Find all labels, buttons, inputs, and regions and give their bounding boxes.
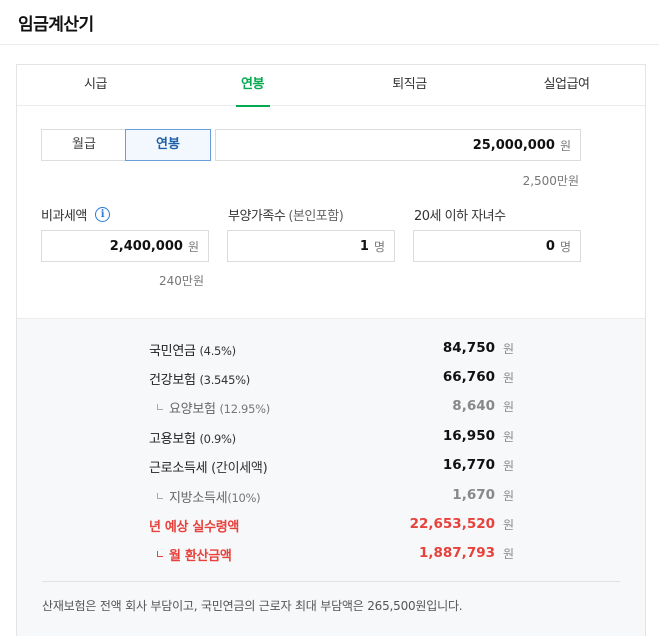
dependents-label: 부양가족수 (본인포함)	[228, 205, 344, 224]
result-label: 건강보험	[149, 373, 196, 388]
result-name: 년 예상 실수령액	[149, 520, 240, 535]
dependents-unit: 명	[373, 239, 385, 254]
result-amount: 1,670	[452, 487, 495, 503]
nontax-label: 비과세액 i	[41, 205, 110, 224]
children-label: 20세 이하 자녀수	[414, 209, 506, 224]
nontax-value: 2,400,000	[109, 238, 183, 254]
footnote: 산재보험은 전액 회사 부담이고, 국민연금의 근로자 최대 부담액은 265,…	[42, 599, 463, 613]
monthly-toggle-button[interactable]: 월급	[41, 129, 127, 161]
tab-label: 시급	[84, 77, 107, 92]
nontax-hint: 240만원	[159, 274, 204, 288]
result-amount: 22,653,520	[409, 516, 495, 532]
yearly-toggle-button[interactable]: 연봉	[125, 129, 211, 161]
calculator-card: 시급 연봉 퇴직금 실업급여 월급 연봉 25,000,000 원 2,500만…	[16, 64, 646, 636]
sub-item-corner-icon	[157, 493, 163, 499]
result-rate: (12.95%)	[219, 402, 270, 416]
result-label: 국민연금	[149, 344, 196, 359]
tab-label: 퇴직금	[392, 77, 427, 92]
result-name: 근로소득세 (간이세액)	[149, 457, 268, 476]
result-label: 고용보험	[149, 432, 196, 447]
result-label: 요양보험	[169, 402, 216, 417]
result-rate: (간이세액)	[211, 461, 268, 476]
dependents-label-text: 부양가족수	[228, 209, 286, 224]
children-value: 0	[545, 238, 555, 254]
result-label: 지방소득세	[169, 491, 228, 506]
tab-label: 연봉	[241, 77, 264, 92]
tab-unemployment[interactable]: 실업급여	[488, 65, 645, 106]
result-name: 국민연금 (4.5%)	[149, 340, 236, 359]
sub-item-corner-icon	[157, 404, 163, 410]
result-amount: 84,750	[442, 340, 495, 356]
children-unit: 명	[559, 239, 571, 254]
result-row-health: 건강보험 (3.545%) 66,760 원	[17, 369, 645, 391]
salary-unit: 원	[559, 138, 571, 153]
nontax-input[interactable]: 2,400,000 원	[41, 230, 209, 262]
note-divider	[42, 581, 620, 582]
result-rate: (3.545%)	[199, 373, 250, 387]
page-title: 임금계산기	[18, 15, 94, 35]
dependents-input[interactable]: 1 명	[227, 230, 395, 262]
active-tab-indicator	[235, 105, 270, 107]
tab-severance[interactable]: 퇴직금	[331, 65, 488, 106]
result-label: 근로소득세	[149, 461, 208, 476]
sub-item-corner-icon	[157, 551, 163, 557]
result-unit: 원	[503, 430, 515, 444]
salary-hint: 2,500만원	[522, 174, 579, 188]
result-row-income-tax: 근로소득세 (간이세액) 16,770 원	[17, 457, 645, 479]
result-label: 월 환산금액	[169, 549, 232, 564]
result-amount: 66,760	[442, 369, 495, 385]
result-unit: 원	[503, 518, 515, 532]
tab-hourly[interactable]: 시급	[17, 65, 174, 106]
result-row-monthly-net: 월 환산금액 1,887,793 원	[17, 545, 645, 567]
result-row-local-tax: 지방소득세(10%) 1,670 원	[17, 487, 645, 509]
calculator-tabs: 시급 연봉 퇴직금 실업급여	[17, 65, 645, 107]
result-rate: (0.9%)	[199, 432, 236, 446]
tab-annual[interactable]: 연봉	[174, 65, 331, 107]
tab-label: 실업급여	[543, 77, 590, 92]
children-input[interactable]: 0 명	[413, 230, 581, 262]
nontax-unit: 원	[187, 239, 199, 254]
salary-value: 25,000,000	[472, 137, 555, 153]
result-row-employment: 고용보험 (0.9%) 16,950 원	[17, 428, 645, 450]
salary-input[interactable]: 25,000,000 원	[215, 129, 581, 161]
result-unit: 원	[503, 400, 515, 414]
result-row-longterm-care: 요양보험 (12.95%) 8,640 원	[17, 398, 645, 420]
result-rate: (10%)	[227, 491, 261, 505]
result-name: 월 환산금액	[157, 545, 232, 564]
result-unit: 원	[503, 371, 515, 385]
result-row-pension: 국민연금 (4.5%) 84,750 원	[17, 340, 645, 362]
info-icon[interactable]: i	[94, 207, 110, 222]
result-unit: 원	[503, 459, 515, 473]
dependents-value: 1	[359, 238, 369, 254]
result-name: 고용보험 (0.9%)	[149, 428, 236, 447]
header-divider	[0, 44, 659, 45]
result-amount: 1,887,793	[418, 545, 495, 561]
result-name: 건강보험 (3.545%)	[149, 369, 250, 388]
dependents-label-paren: (본인포함)	[288, 209, 344, 224]
result-amount: 16,770	[442, 457, 495, 473]
result-unit: 원	[503, 489, 515, 503]
result-name: 지방소득세(10%)	[157, 487, 261, 506]
result-panel: 국민연금 (4.5%) 84,750 원 건강보험 (3.545%) 66,76…	[17, 318, 645, 636]
result-unit: 원	[503, 342, 515, 356]
result-unit: 원	[503, 547, 515, 561]
result-amount: 16,950	[442, 428, 495, 444]
result-rate: (4.5%)	[199, 344, 236, 358]
result-name: 요양보험 (12.95%)	[157, 398, 270, 417]
result-amount: 8,640	[452, 398, 495, 414]
result-row-annual-net: 년 예상 실수령액 22,653,520 원	[17, 516, 645, 538]
nontax-label-text: 비과세액	[41, 209, 87, 224]
